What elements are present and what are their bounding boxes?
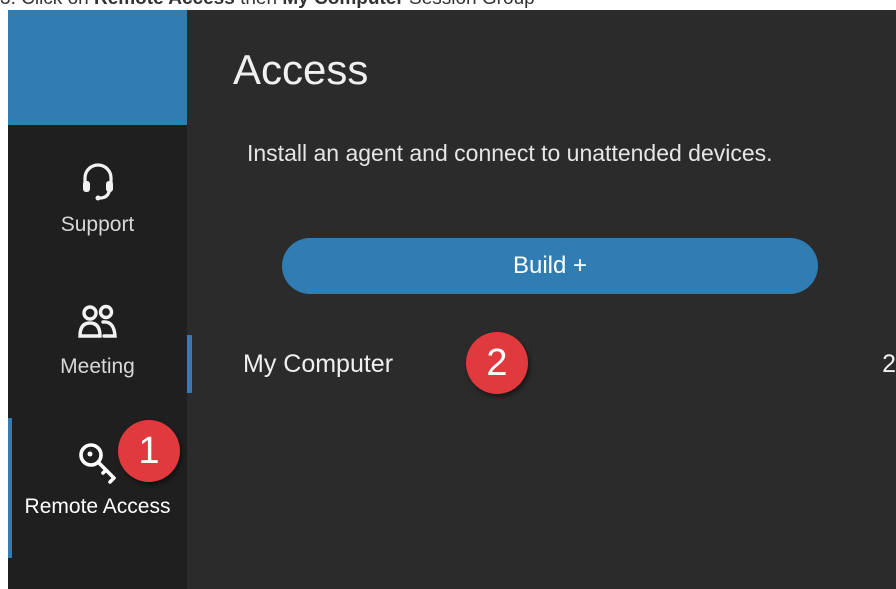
sidebar-item-support[interactable]: Support [8,158,187,237]
session-group-my-computer[interactable]: My Computer 2 [192,335,896,393]
caption-suffix: Session Group [404,0,535,9]
sidebar-item-meeting[interactable]: Meeting [8,300,187,379]
people-icon [76,300,120,344]
headset-icon [76,158,120,202]
sidebar-item-label: Support [60,213,135,236]
instruction-caption: 3. Click on Remote Access then My Comput… [0,0,896,10]
logo-block [8,10,187,125]
caption-then: then [235,0,283,9]
sidebar-item-label: Remote Access [24,495,171,518]
caption-remote-access: Remote Access [94,0,235,9]
sidebar-item-label: Meeting [60,355,135,378]
app-window: Support Meeting Remote Access Access Ins… [8,10,896,589]
session-group-name: My Computer [243,350,394,378]
caption-prefix: 3. Click on [0,0,94,9]
build-button[interactable]: Build + [282,238,818,294]
step-badge-1: 1 [118,420,180,482]
session-group-count: 2 [882,350,896,378]
page-description: Install an agent and connect to unattend… [247,140,773,166]
page-title: Access [233,46,369,93]
sidebar: Support Meeting Remote Access [8,10,187,589]
step-badge-2: 2 [466,332,528,394]
key-icon [76,440,120,484]
caption-my-computer: My Computer [282,0,403,9]
main-panel: Access Install an agent and connect to u… [187,10,896,589]
